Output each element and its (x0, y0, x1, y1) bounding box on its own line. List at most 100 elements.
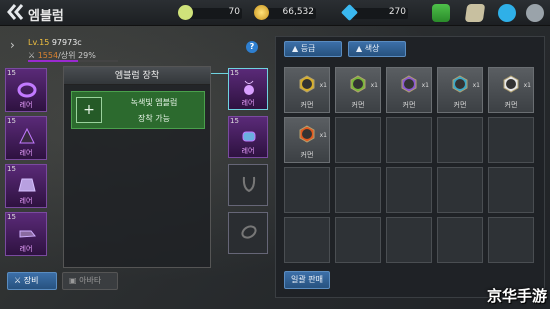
empty-inventory-slot[interactable] (488, 167, 534, 213)
chat-bubble-icon[interactable] (498, 4, 516, 22)
slot-level: 15 (230, 117, 239, 125)
empty-inventory-slot[interactable] (437, 167, 483, 213)
quest-scroll-icon[interactable] (464, 4, 486, 22)
slot-level: 15 (7, 117, 16, 125)
item-grade: 커먼 (300, 151, 314, 159)
slot-grade: 레어 (241, 147, 255, 155)
back-button[interactable] (6, 3, 28, 23)
ring-outline-icon (241, 225, 257, 239)
tab-avatar[interactable]: ▣ 아바타 (62, 272, 118, 290)
right-slot-4[interactable] (228, 212, 268, 254)
page-title: 엠블럼 (28, 9, 64, 24)
gem-count: 270 (388, 7, 406, 17)
item-count: x1 (319, 82, 327, 89)
tab-avatar-label: 아바타 (79, 276, 102, 285)
tab-equipment[interactable]: ⚔ 장비 (7, 272, 57, 290)
necklace-outline-icon (242, 176, 256, 193)
crossed-swords-icon: ⚔ (14, 276, 22, 285)
sort-color-button[interactable]: ▲ 색상 (348, 41, 406, 57)
item-grade: 커먼 (402, 101, 416, 109)
emblem-gem-icon (350, 75, 366, 93)
slot-level: 15 (7, 69, 16, 77)
slot-grade: 레어 (19, 149, 33, 157)
tab-equipment-label: 장비 (23, 276, 39, 285)
gold-coin-icon (254, 5, 269, 20)
empty-inventory-slot[interactable] (488, 117, 534, 163)
bulk-sell-button[interactable]: 일괄 판매 (284, 271, 330, 289)
slot-grade: 레어 (241, 99, 255, 107)
emblem-gem-icon (299, 75, 315, 93)
slot-grade: 레어 (19, 101, 33, 109)
empty-inventory-slot[interactable] (386, 167, 432, 213)
help-button[interactable]: ? (246, 41, 258, 53)
watermark: 京华手游 (486, 287, 547, 305)
inventory-item[interactable]: x1 커먼 (386, 67, 432, 113)
equip-hint-status: 장착 가능 (138, 114, 170, 123)
exp-fill (28, 60, 78, 62)
purple-skirt-icon (18, 178, 36, 192)
emblem-gem-icon (401, 75, 417, 93)
left-slot-1[interactable]: 15 레어 (5, 68, 47, 112)
purple-boots-icon (19, 230, 36, 238)
item-count: x1 (370, 82, 378, 89)
right-slot-3[interactable] (228, 164, 268, 206)
chevron-right-icon[interactable]: › (10, 38, 15, 52)
empty-inventory-slot[interactable] (488, 217, 534, 263)
emblem-gem-icon (299, 125, 315, 143)
key-icon (178, 5, 193, 20)
right-slot-2[interactable]: 15 레어 (228, 116, 268, 158)
gem-resource: 270 (341, 4, 408, 21)
slot-grade: 레어 (19, 245, 33, 253)
slot-grade: 레어 (19, 197, 33, 205)
inventory-panel: ▲ 등급 ▲ 색상 x1 커먼 x1 커먼 x1 커먼 x1 커먼 x1 커먼 x1 커먼 (275, 36, 545, 298)
emblem-equip-panel: 엠블럼 장착 + 녹색빛 엠블럼 장착 가능 (63, 66, 211, 268)
emblem-gem-icon (452, 75, 468, 93)
avatar-icon: ▣ (69, 276, 77, 285)
purple-amulet-icon (244, 80, 254, 95)
left-slot-3[interactable]: 15 레어 (5, 164, 47, 208)
empty-inventory-slot[interactable] (284, 167, 330, 213)
left-slot-4[interactable]: 15 레어 (5, 212, 47, 256)
right-slot-1[interactable]: 15 레어 (228, 68, 268, 110)
item-count: x1 (421, 82, 429, 89)
item-grade: 커먼 (504, 101, 518, 109)
empty-inventory-slot[interactable] (437, 217, 483, 263)
inventory-item[interactable]: x1 커먼 (335, 67, 381, 113)
sort-grade-button[interactable]: ▲ 등급 (284, 41, 342, 57)
green-gem-shop-icon[interactable] (432, 4, 450, 22)
key-count: 70 (228, 7, 240, 17)
empty-inventory-slot[interactable] (335, 217, 381, 263)
double-chevron-left-icon (7, 4, 24, 20)
player-level: Lv.15 97973c (28, 38, 82, 47)
empty-inventory-slot[interactable] (284, 217, 330, 263)
exp-bar (28, 60, 118, 62)
gold-resource: 66,532 (254, 5, 316, 21)
inventory-item[interactable]: x1 커먼 (437, 67, 483, 113)
empty-inventory-slot[interactable] (386, 217, 432, 263)
empty-inventory-slot[interactable] (437, 117, 483, 163)
item-grade: 커먼 (300, 101, 314, 109)
inventory-item[interactable]: x1 커먼 (488, 67, 534, 113)
purple-bracer-icon (242, 131, 256, 142)
item-count: x1 (319, 132, 327, 139)
purple-ring-icon (17, 82, 37, 98)
inventory-item[interactable]: x1 커먼 (284, 67, 330, 113)
level-code: 97973c (51, 38, 82, 47)
item-grade: 커먼 (351, 101, 365, 109)
top-bar: 엠블럼 70 66,532 270 (0, 0, 550, 26)
empty-inventory-slot[interactable] (335, 117, 381, 163)
left-slot-2[interactable]: 15 레어 (5, 116, 47, 160)
empty-inventory-slot[interactable] (335, 167, 381, 213)
settings-gear-icon[interactable] (526, 4, 544, 22)
slot-level: 15 (230, 69, 239, 77)
empty-inventory-slot[interactable] (386, 117, 432, 163)
inventory-item[interactable]: x1 커먼 (284, 117, 330, 163)
level-label: Lv.15 (28, 38, 50, 47)
equip-hint-name: 녹색빛 엠블럼 (130, 98, 178, 107)
emblem-equip-slot[interactable]: + 녹색빛 엠블럼 장착 가능 (71, 91, 205, 129)
emblem-gem-icon (503, 75, 519, 93)
key-resource: 70 (178, 5, 242, 21)
plus-icon[interactable]: + (76, 97, 102, 123)
item-count: x1 (472, 82, 480, 89)
selection-connector (211, 73, 228, 74)
